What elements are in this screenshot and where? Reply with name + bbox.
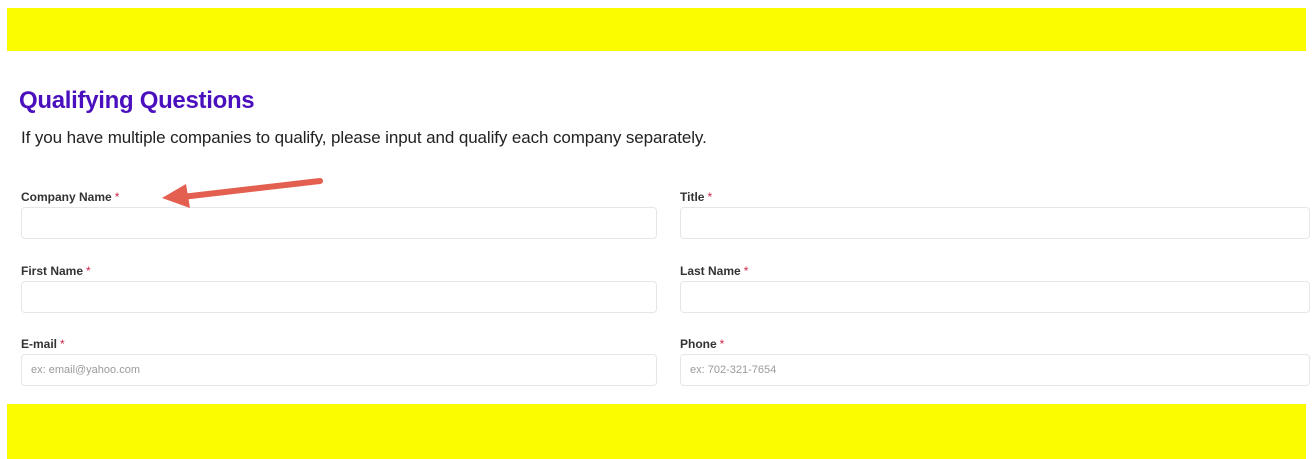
arrow-pointing-left-icon <box>162 178 323 208</box>
last-name-input[interactable] <box>680 281 1310 313</box>
first-name-label: First Name <box>21 264 84 278</box>
first-name-input[interactable] <box>21 281 657 313</box>
phone-label: Phone <box>680 337 717 351</box>
email-label: E-mail <box>21 337 58 351</box>
first-name-field: First Name * <box>21 262 657 313</box>
required-marker: * <box>719 337 725 351</box>
last-name-field: Last Name * <box>680 262 1310 313</box>
email-input[interactable] <box>21 354 657 386</box>
form-instructions: If you have multiple companies to qualif… <box>21 128 707 147</box>
required-marker: * <box>707 190 713 204</box>
company-name-field: Company Name * <box>21 188 657 239</box>
required-marker: * <box>86 264 91 278</box>
required-marker: * <box>743 264 749 278</box>
phone-field: Phone * <box>680 335 1310 386</box>
last-name-label: Last Name <box>680 264 741 278</box>
title-label: Title <box>680 190 705 204</box>
title-input[interactable] <box>680 207 1310 239</box>
required-marker: * <box>60 337 65 351</box>
required-marker: * <box>114 190 120 204</box>
page-title: Qualifying Questions <box>19 87 255 114</box>
title-field: Title * <box>680 188 1310 239</box>
top-highlight-band <box>7 8 1306 51</box>
email-field: E-mail * <box>21 335 657 386</box>
phone-input[interactable] <box>680 354 1310 386</box>
company-name-label: Company Name <box>21 190 112 204</box>
company-name-input[interactable] <box>21 207 657 239</box>
bottom-highlight-band <box>7 404 1306 459</box>
